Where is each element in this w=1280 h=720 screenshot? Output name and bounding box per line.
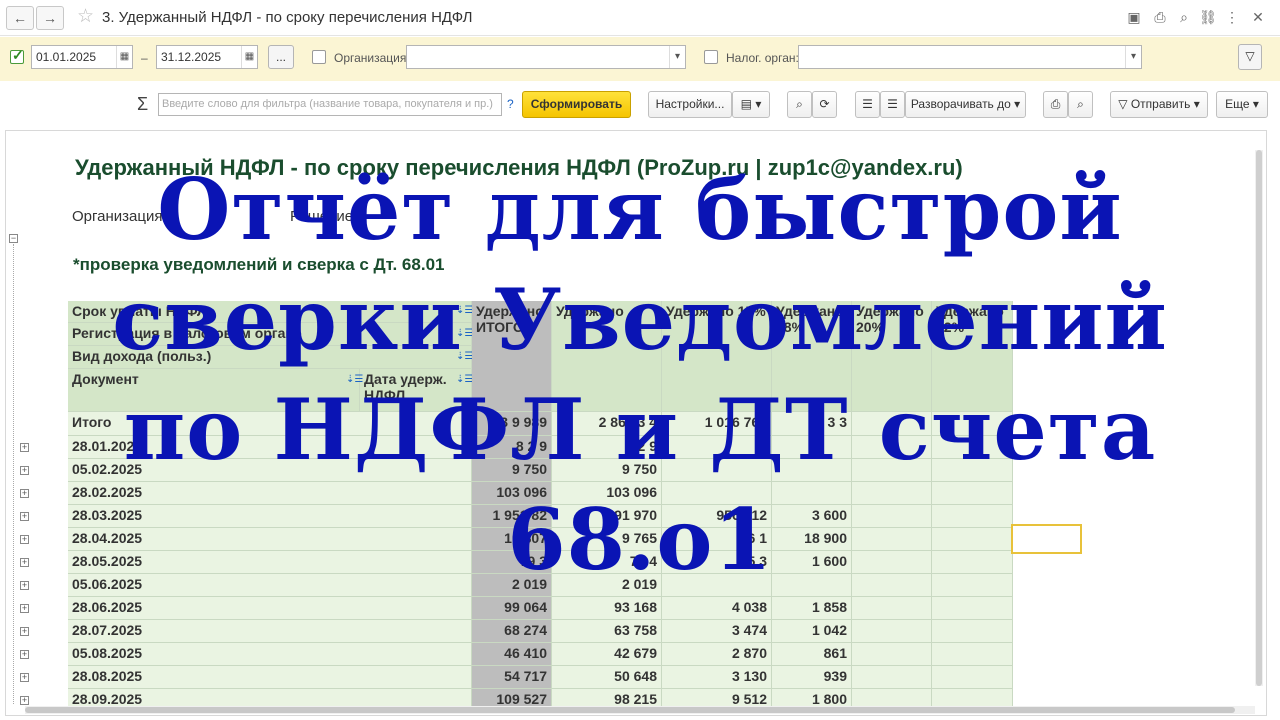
filter-icon[interactable]: ▽ (1238, 44, 1262, 70)
overlay-caption-line-4: 68.о1 (507, 490, 773, 589)
print-preview-icon[interactable]: ⌕ (1068, 91, 1093, 118)
send-label: Отправить (1130, 97, 1191, 111)
date-from-value: 01.01.2025 (36, 50, 97, 64)
row-value-c2: 50 648 (552, 666, 662, 689)
tax-authority-checkbox[interactable] (704, 50, 718, 64)
forward-button[interactable]: → (36, 6, 64, 30)
row-value-c6 (932, 597, 1013, 620)
filter-bar: 01.01.2025 ▦ – 31.12.2025 ▦ ... Организа… (0, 37, 1280, 81)
row-value-c3: 2 870 (662, 643, 772, 666)
row-value-c4: 1 858 (772, 597, 852, 620)
tax-authority-field[interactable]: ▾ (798, 45, 1142, 69)
back-button[interactable]: ← (6, 6, 34, 30)
organization-checkbox[interactable] (312, 50, 326, 64)
row-value-c1: 46 410 (472, 643, 552, 666)
link-icon[interactable]: ⛓ (1198, 7, 1218, 27)
row-value-c6 (932, 666, 1013, 689)
row-value-c3: 4 038 (662, 597, 772, 620)
organization-label: Организация: (334, 51, 410, 65)
row-value-c4: 939 (772, 666, 852, 689)
collapse-icon[interactable]: ☰ (855, 91, 880, 118)
overlay-caption-line-1: Отчёт для быстрой (157, 160, 1123, 259)
row-date: 28.08.2025 (68, 666, 472, 689)
back-arrow-icon: ← (13, 10, 27, 26)
row-date: 28.06.2025 (68, 597, 472, 620)
tax-authority-label: Налог. орган: (726, 51, 799, 65)
row-date: 28.07.2025 (68, 620, 472, 643)
help-icon[interactable]: ? (507, 97, 514, 111)
period-checkbox[interactable] (10, 47, 24, 64)
row-value-c5 (852, 620, 932, 643)
preview-icon[interactable]: ⌕ (1174, 7, 1194, 27)
print-icon[interactable]: ⎙ (1043, 91, 1068, 118)
expand-row-icon[interactable]: + (20, 696, 29, 705)
folder-icon: ▤ ▾ (740, 97, 762, 111)
row-value-c5 (852, 597, 932, 620)
chevron-down-icon[interactable]: ▾ (669, 46, 685, 68)
date-from-field[interactable]: 01.01.2025 ▦ (31, 45, 133, 69)
window-title: 3. Удержанный НДФЛ - по сроку перечислен… (102, 9, 473, 26)
period-select-button[interactable]: ... (268, 45, 294, 69)
expand-row-icon[interactable]: + (20, 673, 29, 682)
favorite-star-icon[interactable]: ☆ (77, 5, 94, 28)
row-value-c3: 3 130 (662, 666, 772, 689)
find-icon[interactable]: ⌕ (787, 91, 812, 118)
expand-row-icon[interactable]: + (20, 627, 29, 636)
row-value-c1: 68 274 (472, 620, 552, 643)
overlay-caption-line-3: по НДФЛ и ДТ счета (123, 380, 1157, 479)
horizontal-scrollbar[interactable] (25, 706, 1255, 714)
forward-arrow-icon: → (43, 10, 57, 26)
more-vertical-icon[interactable]: ⋮ (1222, 7, 1242, 27)
overlay-caption-line-2: сверки Уведомлений (112, 270, 1168, 369)
expand-icon[interactable]: ☰ (880, 91, 905, 118)
scroll-thumb[interactable] (25, 707, 1235, 713)
chevron-down-icon[interactable]: ▾ (1125, 46, 1141, 68)
row-value-c1: 54 717 (472, 666, 552, 689)
row-value-c2: 42 679 (552, 643, 662, 666)
more-label: Еще (1225, 97, 1250, 111)
save-icon[interactable]: ▣ (1124, 7, 1144, 27)
row-value-c2: 93 168 (552, 597, 662, 620)
row-value-c6 (932, 643, 1013, 666)
sum-icon[interactable]: Σ (137, 94, 148, 115)
expand-to-label: Разворачивать до (910, 97, 1011, 111)
row-value-c6 (932, 620, 1013, 643)
date-separator: – (141, 51, 148, 65)
row-value-c5 (852, 666, 932, 689)
search-input[interactable]: Введите слово для фильтра (название това… (158, 93, 502, 116)
expand-row-icon[interactable]: + (20, 604, 29, 613)
row-value-c5 (852, 643, 932, 666)
row-value-c4: 1 042 (772, 620, 852, 643)
calendar-icon[interactable]: ▦ (241, 46, 257, 68)
title-bar: ← → ☆ 3. Удержанный НДФЛ - по сроку пере… (0, 0, 1280, 36)
expand-to-button[interactable]: Разворачивать до ▾ (905, 91, 1026, 118)
row-date: 05.08.2025 (68, 643, 472, 666)
row-value-c3: 3 474 (662, 620, 772, 643)
row-value-c4: 861 (772, 643, 852, 666)
organization-field[interactable]: ▾ (406, 45, 686, 69)
variant-menu-button[interactable]: ▤ ▾ (732, 91, 770, 118)
row-value-c2: 63 758 (552, 620, 662, 643)
row-value-c1: 99 064 (472, 597, 552, 620)
settings-button[interactable]: Настройки... (648, 91, 732, 118)
generate-button[interactable]: Сформировать (522, 91, 631, 118)
calendar-icon[interactable]: ▦ (116, 46, 132, 68)
expand-row-icon[interactable]: + (20, 650, 29, 659)
date-to-value: 31.12.2025 (161, 50, 222, 64)
print-icon[interactable]: ⎙ (1150, 7, 1170, 27)
close-icon[interactable]: ✕ (1248, 7, 1268, 27)
send-button[interactable]: ▽ Отправить ▾ (1110, 91, 1208, 118)
date-to-field[interactable]: 31.12.2025 ▦ (156, 45, 258, 69)
find-next-icon[interactable]: ⟳ (812, 91, 837, 118)
more-button[interactable]: Еще ▾ (1216, 91, 1268, 118)
